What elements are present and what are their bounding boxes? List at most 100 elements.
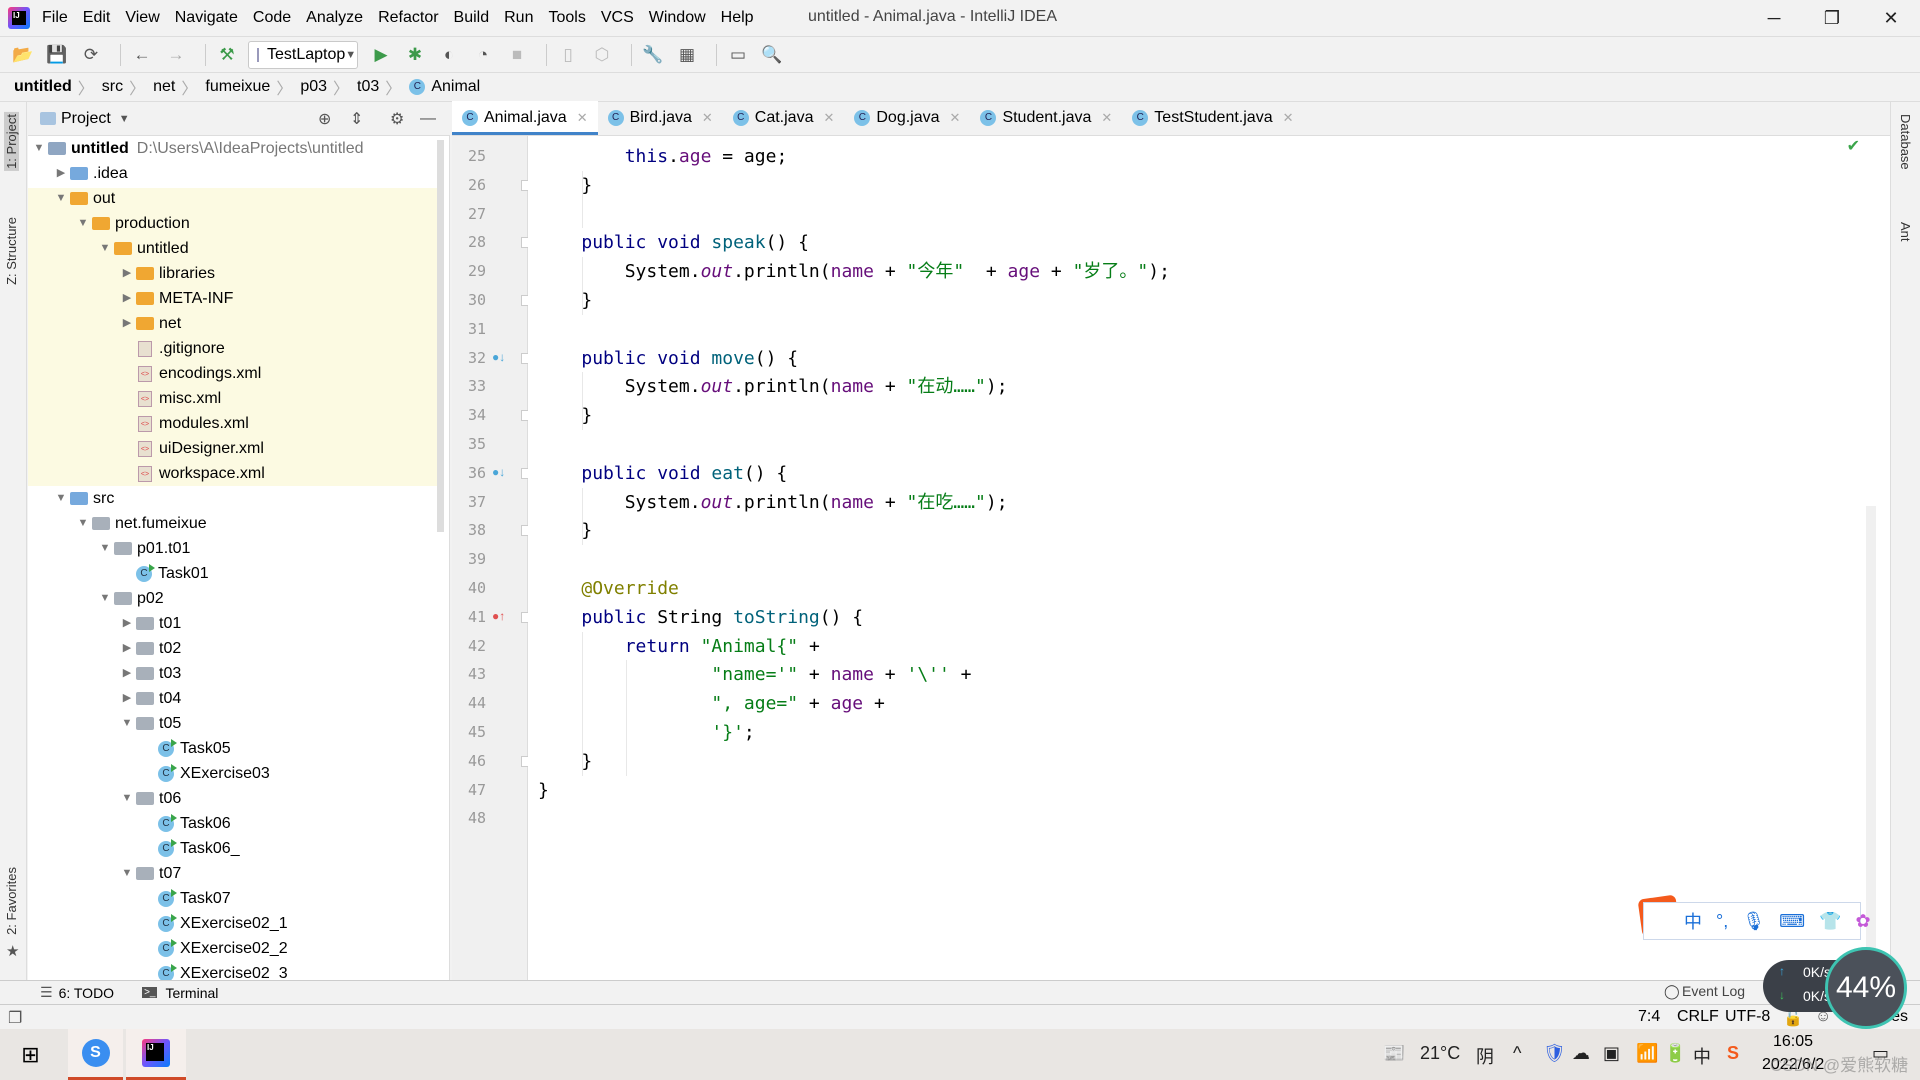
breadcrumb-item[interactable]: p03 <box>300 78 327 96</box>
menu-code[interactable]: Code <box>253 9 291 27</box>
tree-item[interactable]: ▼ src <box>52 486 115 511</box>
tab-bird-java[interactable]: C Bird.java ✕ <box>598 101 723 135</box>
line-separator[interactable]: CRLF <box>1677 1008 1719 1026</box>
collapsed-arrow-icon[interactable]: ▶ <box>118 286 136 311</box>
project-view-select[interactable]: Project <box>61 110 111 128</box>
favorites-tool-button[interactable]: 2: Favorites <box>4 867 19 935</box>
hide-icon[interactable]: — <box>420 110 436 128</box>
tree-item[interactable]: C Task06 <box>140 811 231 836</box>
tree-item[interactable]: C XExercise02_3 <box>140 961 288 980</box>
back-icon[interactable]: ← <box>129 42 155 68</box>
tree-item[interactable]: ▼ t06 <box>118 786 182 811</box>
battery-icon[interactable]: 🔋 <box>1664 1043 1686 1064</box>
restore-button[interactable]: ❐ <box>1803 0 1861 36</box>
expanded-arrow-icon[interactable]: ▼ <box>96 536 114 561</box>
overrides-method-icon[interactable]: ●↓ <box>492 465 505 479</box>
event-log-button[interactable]: Event Log <box>1682 983 1745 999</box>
ant-tool-button[interactable]: Ant <box>1898 222 1913 242</box>
keyboard-icon[interactable]: ⌨ <box>1779 911 1805 932</box>
tree-item[interactable]: <> misc.xml <box>118 386 221 411</box>
cloud-icon[interactable]: ☁ <box>1572 1043 1590 1064</box>
menu-view[interactable]: View <box>125 9 159 27</box>
expanded-arrow-icon[interactable]: ▼ <box>74 511 92 536</box>
collapsed-arrow-icon[interactable]: ▶ <box>118 661 136 686</box>
terminal-window-icon[interactable]: ▭ <box>725 42 751 68</box>
collapsed-arrow-icon[interactable]: ▶ <box>52 161 70 186</box>
code-editor[interactable]: ✔ this.age = age; } public void speak() … <box>528 136 1890 980</box>
menu-refactor[interactable]: Refactor <box>378 9 438 27</box>
tree-item[interactable]: ▼ untitled D:\Users\A\IdeaProjects\untitle… <box>30 136 364 161</box>
device-icon[interactable]: ▯ <box>555 42 581 68</box>
chevron-down-icon[interactable]: ▼ <box>119 113 130 125</box>
breadcrumb-item[interactable]: fumeixue <box>205 78 270 96</box>
terminal-tool-button[interactable]: Terminal <box>165 985 218 1001</box>
tree-item[interactable]: ▼ p01.t01 <box>96 536 191 561</box>
tree-item[interactable]: ▶ t04 <box>118 686 181 711</box>
close-button[interactable]: ✕ <box>1862 0 1920 36</box>
close-tab-icon[interactable]: ✕ <box>950 110 961 126</box>
menu-build[interactable]: Build <box>454 9 490 27</box>
menu-window[interactable]: Window <box>649 9 706 27</box>
tree-item[interactable]: ▼ untitled <box>96 236 189 261</box>
menu-help[interactable]: Help <box>721 9 754 27</box>
microphone-icon[interactable]: 🎙 <box>1742 911 1765 932</box>
tree-item[interactable]: ▶ t02 <box>118 636 181 661</box>
breadcrumb-item[interactable]: untitled <box>14 78 72 96</box>
menu-vcs[interactable]: VCS <box>601 9 634 27</box>
tab-animal-java[interactable]: C Animal.java ✕ <box>452 101 598 135</box>
tree-item[interactable]: ▼ out <box>52 186 116 211</box>
expanded-arrow-icon[interactable]: ▼ <box>118 861 136 886</box>
tab-dog-java[interactable]: C Dog.java ✕ <box>844 101 970 135</box>
expanded-arrow-icon[interactable]: ▼ <box>52 486 70 511</box>
tree-item[interactable]: ▶ META-INF <box>118 286 234 311</box>
overridden-method-icon[interactable]: ●↑ <box>492 609 505 623</box>
weather-temperature[interactable]: 21°C <box>1420 1043 1460 1064</box>
tree-item[interactable]: ▼ net.fumeixue <box>74 511 207 536</box>
collapsed-arrow-icon[interactable]: ▶ <box>118 636 136 661</box>
tree-item[interactable]: ▶ net <box>118 311 181 336</box>
clock-time[interactable]: 16:05 <box>1773 1033 1813 1051</box>
expanded-arrow-icon[interactable]: ▼ <box>74 211 92 236</box>
project-tool-button[interactable]: 1: Project <box>4 112 19 171</box>
collapsed-arrow-icon[interactable]: ▶ <box>118 261 136 286</box>
menu-run[interactable]: Run <box>504 9 533 27</box>
expanded-arrow-icon[interactable]: ▼ <box>30 136 48 161</box>
tab-cat-java[interactable]: C Cat.java ✕ <box>723 101 845 135</box>
tree-item[interactable]: C Task05 <box>140 736 231 761</box>
expanded-arrow-icon[interactable]: ▼ <box>52 186 70 211</box>
notification-icon[interactable]: ▭ <box>1872 1043 1889 1064</box>
tree-item[interactable]: <> uiDesigner.xml <box>118 436 264 461</box>
taskbar-sogou-browser[interactable]: S <box>68 1029 123 1080</box>
build-hammer-icon[interactable]: ⚒ <box>214 42 240 68</box>
open-folder-icon[interactable]: 📂 <box>10 42 36 68</box>
search-icon[interactable]: 🔍 <box>759 42 785 68</box>
run-config-select[interactable]: TestLaptop ▼ <box>248 40 358 69</box>
file-encoding[interactable]: UTF-8 <box>1725 1008 1770 1026</box>
tree-item[interactable]: C Task06_ <box>140 836 240 861</box>
profile-icon[interactable]: ◔ <box>470 42 496 68</box>
tree-item[interactable]: ▼ t05 <box>118 711 182 736</box>
weather-condition[interactable]: 阴 <box>1476 1043 1494 1069</box>
tree-item[interactable]: .gitignore <box>118 336 225 361</box>
breadcrumb-item[interactable]: src <box>102 78 123 96</box>
breadcrumb-item[interactable]: net <box>153 78 175 96</box>
sogou-tray-icon[interactable]: S <box>1727 1043 1739 1064</box>
expanded-arrow-icon[interactable]: ▼ <box>96 236 114 261</box>
tree-item[interactable]: ▼ t07 <box>118 861 182 886</box>
tab-student-java[interactable]: C Student.java ✕ <box>970 101 1122 135</box>
expanded-arrow-icon[interactable]: ▼ <box>118 786 136 811</box>
structure-tool-button[interactable]: Z: Structure <box>4 217 19 285</box>
memory-usage-gauge[interactable]: 44% <box>1825 947 1907 1029</box>
todo-tool-button[interactable]: 6: TODO <box>59 985 115 1001</box>
tree-item[interactable]: C XExercise02_1 <box>140 911 288 936</box>
close-tab-icon[interactable]: ✕ <box>702 110 713 126</box>
security-shield-icon[interactable]: 🛡 <box>1543 1043 1566 1064</box>
tree-item[interactable]: C XExercise03 <box>140 761 270 786</box>
expanded-arrow-icon[interactable]: ▼ <box>96 586 114 611</box>
menu-file[interactable]: File <box>42 9 68 27</box>
tree-item[interactable]: C Task07 <box>140 886 231 911</box>
locate-icon[interactable]: ⊕ <box>318 109 331 129</box>
tree-item[interactable]: ▼ p02 <box>96 586 164 611</box>
tree-item[interactable]: ▶ t01 <box>118 611 181 636</box>
minimize-button[interactable]: ─ <box>1745 0 1803 36</box>
